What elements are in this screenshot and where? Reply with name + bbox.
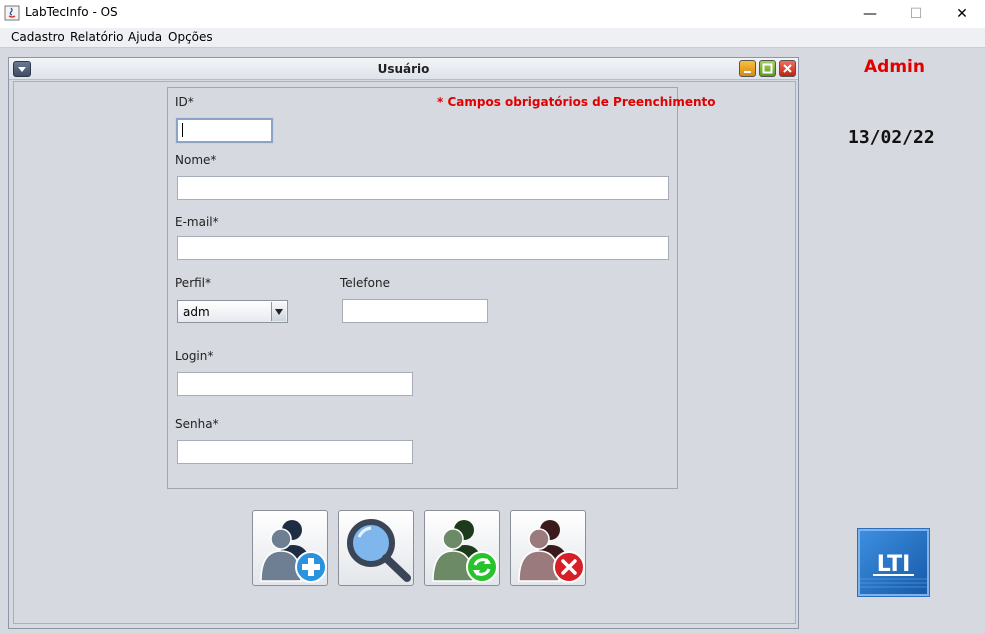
text-caret xyxy=(182,123,183,137)
menu-cadastro[interactable]: Cadastro xyxy=(11,30,65,44)
close-button[interactable]: ✕ xyxy=(939,0,985,28)
menu-bar: Cadastro Relatório Ajuda Opções xyxy=(0,28,985,48)
menu-opcoes[interactable]: Opções xyxy=(168,30,213,44)
window-title-bar xyxy=(0,0,985,28)
update-user-button[interactable] xyxy=(424,510,500,586)
logged-user-name: Admin xyxy=(864,57,925,77)
dropdown-arrow-icon[interactable] xyxy=(271,302,286,321)
frame-maximize-icon[interactable] xyxy=(759,60,776,77)
id-input[interactable] xyxy=(176,118,273,143)
name-input[interactable] xyxy=(177,176,669,200)
id-label: ID* xyxy=(175,95,194,109)
maximize-button[interactable]: ☐ xyxy=(893,0,939,28)
phone-input[interactable] xyxy=(342,299,488,323)
search-icon xyxy=(347,519,411,582)
perfil-selected-value: adm xyxy=(183,305,210,319)
phone-label: Telefone xyxy=(340,276,390,290)
update-user-icon xyxy=(432,520,498,583)
add-user-icon xyxy=(260,520,327,583)
perfil-select[interactable]: adm xyxy=(177,300,288,323)
current-date: 13/02/22 xyxy=(848,127,935,148)
perfil-label: Perfil* xyxy=(175,276,212,290)
login-label: Login* xyxy=(175,349,214,363)
search-user-button[interactable] xyxy=(338,510,414,586)
name-label: Nome* xyxy=(175,153,217,167)
menu-ajuda[interactable]: Ajuda xyxy=(128,30,162,44)
create-user-button[interactable] xyxy=(252,510,328,586)
password-label: Senha* xyxy=(175,417,219,431)
email-label: E-mail* xyxy=(175,215,219,229)
email-input[interactable] xyxy=(177,236,669,260)
menu-relatorio[interactable]: Relatório xyxy=(70,30,124,44)
delete-user-icon xyxy=(518,520,585,583)
delete-user-button[interactable] xyxy=(510,510,586,586)
internal-frame-title: Usuário xyxy=(377,62,430,76)
frame-minimize-icon[interactable] xyxy=(739,60,756,77)
lti-logo: LTI xyxy=(858,529,929,596)
required-fields-note: * Campos obrigatórios de Preenchimento xyxy=(437,95,716,109)
login-input[interactable] xyxy=(177,372,413,396)
user-form-panel xyxy=(167,87,678,489)
frame-close-icon[interactable] xyxy=(779,60,796,77)
window-title: LabTecInfo - OS xyxy=(25,5,118,19)
password-input[interactable] xyxy=(177,440,413,464)
minimize-button[interactable]: — xyxy=(847,0,893,28)
java-app-icon xyxy=(4,5,20,21)
lti-logo-text: LTI xyxy=(877,552,911,577)
